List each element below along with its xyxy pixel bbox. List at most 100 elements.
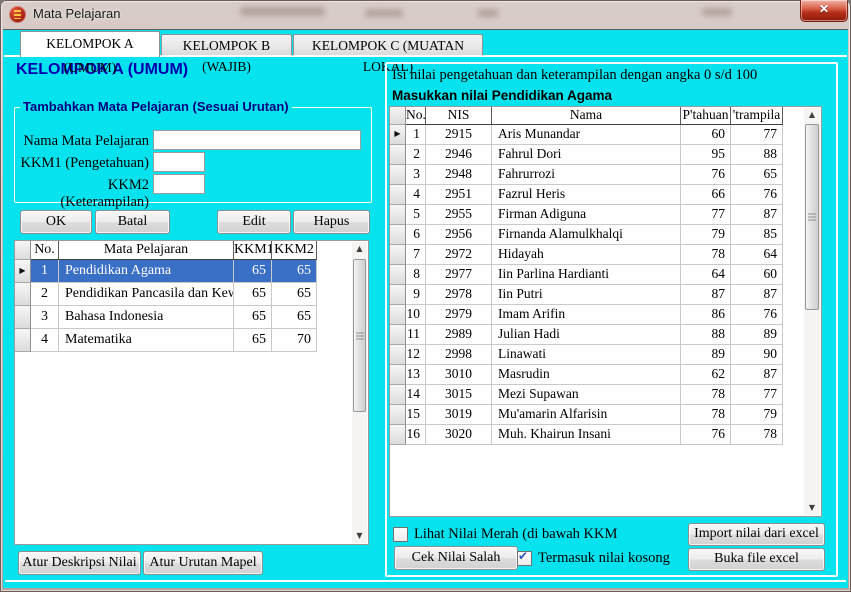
cell[interactable]: 87 [731,285,783,305]
cell[interactable]: Pendidikan Pancasila dan Kewa [59,283,234,306]
cell[interactable]: 78 [681,385,731,405]
cell[interactable]: Imam Arifin [492,305,681,325]
cell[interactable]: 16 [406,425,426,445]
scroll-down-icon[interactable]: ▼ [352,529,367,543]
kkm2-input[interactable] [153,174,205,194]
cell[interactable]: 77 [731,125,783,145]
cell[interactable]: 89 [731,325,783,345]
tab-kelompok-c[interactable]: KELOMPOK C (MUATAN LOKAL) [293,34,483,74]
cell[interactable]: 62 [681,365,731,385]
close-button[interactable]: ✕ [800,0,848,22]
cell[interactable]: 85 [731,225,783,245]
cell[interactable]: Aris Munandar [492,125,681,145]
termasuk-nilai-kosong-checkbox[interactable]: ✔ Termasuk nilai kosong [517,549,670,567]
cell[interactable]: 2989 [426,325,492,345]
cell[interactable]: 2978 [426,285,492,305]
buka-file-excel-button[interactable]: Buka file excel [688,548,825,571]
cell[interactable]: 87 [731,365,783,385]
cell[interactable]: 2915 [426,125,492,145]
cell[interactable]: 3015 [426,385,492,405]
cell[interactable]: Pendidikan Agama [59,260,234,283]
cell[interactable]: Linawati [492,345,681,365]
cell[interactable]: Fazrul Heris [492,185,681,205]
cell[interactable]: 2956 [426,225,492,245]
cell[interactable]: 5 [406,205,426,225]
cell[interactable]: 77 [731,385,783,405]
cell[interactable]: 2951 [426,185,492,205]
cell[interactable]: 60 [731,265,783,285]
hapus-button[interactable]: Hapus [293,210,370,234]
cell[interactable]: 86 [681,305,731,325]
cell[interactable]: 65 [272,260,317,283]
cell[interactable]: Julian Hadi [492,325,681,345]
cell[interactable]: 65 [234,306,272,329]
cell[interactable]: 4 [31,329,59,352]
subject-name-input[interactable] [153,130,361,150]
cell[interactable]: 88 [681,325,731,345]
cell[interactable]: Fahrul Dori [492,145,681,165]
cell[interactable]: 87 [731,205,783,225]
cell[interactable]: Mezi Supawan [492,385,681,405]
cell[interactable]: 2948 [426,165,492,185]
cell[interactable]: 65 [234,260,272,283]
cell[interactable]: 89 [681,345,731,365]
cell[interactable]: Matematika [59,329,234,352]
atur-urutan-mapel-button[interactable]: Atur Urutan Mapel [143,551,263,575]
cell[interactable]: 3 [406,165,426,185]
cell[interactable]: 76 [731,305,783,325]
tab-kelompok-a[interactable]: KELOMPOK A (UMUM) [20,31,160,75]
kkm1-input[interactable] [153,152,205,172]
cell[interactable]: Muh. Khairun Insani [492,425,681,445]
cell[interactable]: Iin Putri [492,285,681,305]
cell[interactable]: 78 [681,245,731,265]
batal-button[interactable]: Batal [95,210,170,234]
scroll-up-icon[interactable]: ▲ [352,242,367,256]
lihat-nilai-merah-checkbox[interactable]: ✔ Lihat Nilai Merah (di bawah KKM [393,526,617,543]
cell[interactable]: 3020 [426,425,492,445]
cell[interactable]: 14 [406,385,426,405]
cell[interactable]: 65 [234,329,272,352]
cell[interactable]: 79 [681,225,731,245]
cell[interactable]: 95 [681,145,731,165]
cell[interactable]: 7 [406,245,426,265]
atur-deskripsi-nilai-button[interactable]: Atur Deskripsi Nilai [18,551,141,575]
cell[interactable]: 87 [681,285,731,305]
cell[interactable]: 65 [272,306,317,329]
cell[interactable]: 3 [31,306,59,329]
cell[interactable]: 12 [406,345,426,365]
cell[interactable]: 2979 [426,305,492,325]
cell[interactable]: Mu'amarin Alfarisin [492,405,681,425]
cell[interactable]: 4 [406,185,426,205]
cell[interactable]: Fahrurrozi [492,165,681,185]
cell[interactable]: 2972 [426,245,492,265]
cell[interactable]: 70 [272,329,317,352]
cell[interactable]: 77 [681,205,731,225]
cell[interactable]: 76 [731,185,783,205]
cell[interactable]: 88 [731,145,783,165]
cell[interactable]: 13 [406,365,426,385]
cell[interactable]: 11 [406,325,426,345]
cell[interactable]: 2977 [426,265,492,285]
cell[interactable]: Hidayah [492,245,681,265]
tab-kelompok-b[interactable]: KELOMPOK B (WAJIB) [161,34,292,74]
cell[interactable]: 8 [406,265,426,285]
cell[interactable]: Iin Parlina Hardianti [492,265,681,285]
ok-button[interactable]: OK [20,210,92,234]
cell[interactable]: 78 [731,425,783,445]
cell[interactable]: 66 [681,185,731,205]
cell[interactable]: Firman Adiguna [492,205,681,225]
import-nilai-button[interactable]: Import nilai dari excel [688,523,825,546]
cell[interactable]: 2 [406,145,426,165]
cell[interactable]: 79 [731,405,783,425]
cell[interactable]: 10 [406,305,426,325]
cell[interactable]: 76 [681,165,731,185]
cell[interactable]: 60 [681,125,731,145]
titlebar[interactable]: Mata Pelajaran ✕ [0,0,851,29]
cell[interactable]: 15 [406,405,426,425]
cell[interactable]: 3010 [426,365,492,385]
cell[interactable]: 2955 [426,205,492,225]
cell[interactable]: 2946 [426,145,492,165]
cell[interactable]: 78 [681,405,731,425]
cell[interactable]: 90 [731,345,783,365]
cell[interactable]: 2 [31,283,59,306]
